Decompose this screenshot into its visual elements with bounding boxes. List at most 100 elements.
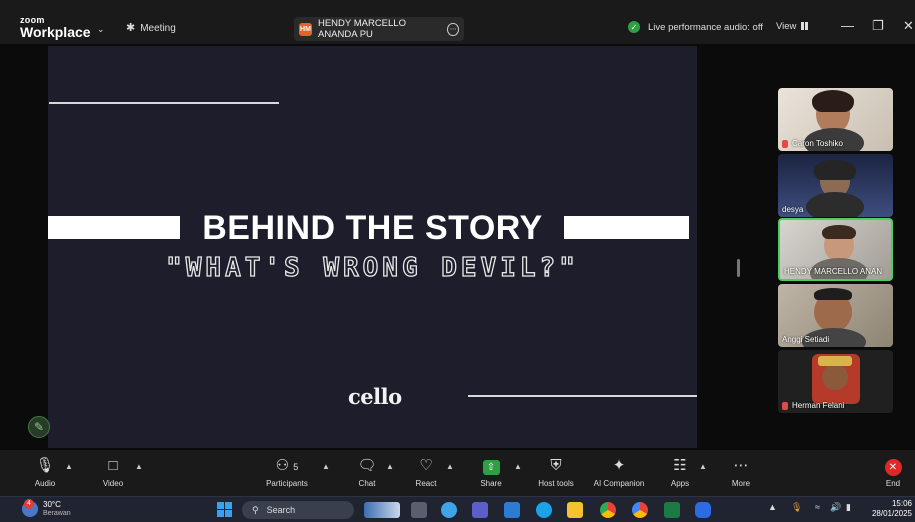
participants-button[interactable]: ⚇ 5 Participants bbox=[262, 456, 312, 488]
temperature: 30°C bbox=[43, 500, 61, 509]
react-label: React bbox=[415, 479, 437, 488]
clock-time: 15:06 bbox=[891, 499, 912, 508]
slide-subtitle: "WHAT'S WRONG DEVIL?" bbox=[165, 252, 579, 283]
sharing-indicator[interactable]: HM HENDY MARCELLO ANANDA PU ⋯ bbox=[294, 17, 464, 41]
shared-screen: BEHIND THE STORY "WHAT'S WRONG DEVIL?" c… bbox=[48, 46, 697, 448]
meeting-label: Meeting bbox=[140, 23, 176, 34]
meeting-controls: 🎙 Audio ▲ □ Video ▲ ⚇ 5 Participants ▲ 🗨… bbox=[0, 450, 915, 496]
end-button[interactable]: ✕ End bbox=[882, 456, 904, 488]
react-options-chevron-icon[interactable]: ▲ bbox=[446, 462, 454, 471]
participant-tile[interactable]: Herman Felani bbox=[778, 350, 893, 413]
audio-status-indicator[interactable]: ✓ Live performance audio: off bbox=[628, 21, 763, 33]
tray-mic-icon[interactable]: 🎙 bbox=[791, 502, 802, 513]
decorative-line-bottom bbox=[468, 395, 697, 397]
video-camera-icon: □ bbox=[108, 457, 118, 474]
shield-icon: ⛨ bbox=[550, 457, 562, 474]
end-label: End bbox=[885, 479, 901, 488]
taskbar-edge-icon[interactable] bbox=[536, 502, 552, 518]
participant-name: Caron Toshiko bbox=[782, 139, 843, 148]
clock-date: 28/01/2025 bbox=[871, 509, 912, 518]
view-label: View bbox=[776, 21, 797, 32]
windows-taskbar: 30°C Berawan ⚲ Search ▲ 🎙 ≈ 🔊 ▮ 15:06 28… bbox=[0, 496, 915, 522]
taskbar-app-widget-icon[interactable] bbox=[364, 502, 400, 518]
ai-companion-button[interactable]: ✦ AI Companion bbox=[588, 456, 650, 488]
sharer-name: HENDY MARCELLO ANANDA PU bbox=[317, 18, 406, 40]
sharer-avatar: HM bbox=[299, 22, 312, 36]
taskbar-task-view-icon[interactable] bbox=[411, 502, 427, 518]
more-label: More bbox=[731, 479, 751, 488]
react-button[interactable]: ♡ React bbox=[414, 456, 438, 488]
mic-muted-icon bbox=[782, 401, 788, 410]
close-icon[interactable]: ✕ bbox=[903, 18, 914, 34]
taskbar-excel-icon[interactable] bbox=[664, 502, 680, 518]
audio-options-chevron-icon[interactable]: ▲ bbox=[65, 462, 73, 471]
more-button[interactable]: ⋯ More bbox=[729, 456, 753, 488]
taskbar-chrome-profile-icon[interactable] bbox=[632, 502, 648, 518]
audio-label: Audio bbox=[34, 479, 56, 488]
view-layout-icon bbox=[801, 22, 809, 30]
minimize-icon[interactable]: — bbox=[841, 18, 854, 33]
participant-name: HENDY MARCELLO ANAN bbox=[784, 267, 883, 276]
apps-button[interactable]: ☷ Apps bbox=[668, 456, 692, 488]
meeting-stage: BEHIND THE STORY "WHAT'S WRONG DEVIL?" c… bbox=[0, 44, 915, 450]
share-options-chevron-icon[interactable]: ▲ bbox=[514, 462, 522, 471]
taskbar-zoom-icon[interactable] bbox=[695, 502, 711, 518]
taskbar-mail-icon[interactable] bbox=[504, 502, 520, 518]
sparkle-icon: ✦ bbox=[612, 457, 626, 474]
participant-name: Anggi Setiadi bbox=[782, 335, 830, 344]
search-icon: ⚲ bbox=[252, 504, 259, 515]
taskbar-folder-icon[interactable] bbox=[567, 502, 583, 518]
taskbar-copilot-icon[interactable] bbox=[441, 502, 457, 518]
chat-bubble-icon: 🗨 bbox=[357, 457, 377, 474]
share-label: Share bbox=[480, 479, 502, 488]
restore-icon[interactable]: ❐ bbox=[872, 18, 884, 34]
heart-icon: ♡ bbox=[419, 457, 433, 474]
video-options-chevron-icon[interactable]: ▲ bbox=[135, 462, 143, 471]
participant-tile[interactable]: Caron Toshiko bbox=[778, 88, 893, 151]
participant-tile[interactable]: Anggi Setiadi bbox=[778, 284, 893, 347]
battery-icon[interactable]: ▮ bbox=[846, 502, 851, 513]
annotate-pen-icon[interactable]: ✎ bbox=[28, 416, 50, 438]
participants-label: Participants bbox=[266, 479, 308, 488]
mic-muted-icon bbox=[782, 139, 788, 148]
view-button[interactable]: View bbox=[776, 21, 809, 32]
more-icon: ⋯ bbox=[733, 457, 749, 474]
volume-icon[interactable]: 🔊 bbox=[830, 502, 841, 513]
sharer-more-icon[interactable]: ⋯ bbox=[447, 22, 459, 36]
host-tools-button[interactable]: ⛨ Host tools bbox=[534, 456, 578, 488]
microphone-icon: 🎙 bbox=[35, 457, 55, 474]
apps-label: Apps bbox=[670, 479, 690, 488]
app-menu-chevron-icon[interactable]: ⌄ bbox=[97, 24, 105, 35]
tray-overflow-chevron-icon[interactable]: ▲ bbox=[768, 502, 777, 512]
taskbar-search[interactable]: ⚲ Search bbox=[242, 501, 354, 519]
video-label: Video bbox=[102, 479, 124, 488]
meeting-people-icon: ✱ bbox=[126, 22, 136, 34]
system-clock[interactable]: 15:06 28/01/2025 bbox=[866, 499, 912, 519]
meeting-info-button[interactable]: ✱ Meeting bbox=[126, 21, 176, 34]
windows-start-icon[interactable] bbox=[217, 502, 232, 517]
share-screen-icon: ⇧ bbox=[482, 460, 500, 475]
panel-resize-handle[interactable] bbox=[737, 259, 740, 277]
share-button[interactable]: ⇧ Share bbox=[478, 456, 504, 488]
wifi-icon[interactable]: ≈ bbox=[815, 502, 820, 512]
participant-name: desya bbox=[782, 205, 804, 214]
taskbar-chrome-icon[interactable] bbox=[600, 502, 616, 518]
apps-options-chevron-icon[interactable]: ▲ bbox=[699, 462, 707, 471]
weather-icon bbox=[22, 499, 38, 517]
slide-title: BEHIND THE STORY bbox=[202, 209, 543, 247]
weather-condition: Berawan bbox=[43, 510, 71, 517]
chat-options-chevron-icon[interactable]: ▲ bbox=[386, 462, 394, 471]
brand-logo: cello bbox=[348, 384, 402, 409]
ai-companion-label: AI Companion bbox=[593, 479, 645, 488]
participant-tile[interactable]: desya bbox=[778, 154, 893, 217]
participants-options-chevron-icon[interactable]: ▲ bbox=[322, 462, 330, 471]
host-tools-label: Host tools bbox=[538, 479, 574, 488]
video-button[interactable]: □ Video bbox=[99, 456, 127, 488]
participant-tile-active[interactable]: HENDY MARCELLO ANAN bbox=[778, 218, 893, 281]
decorative-line-top bbox=[49, 102, 279, 104]
shield-check-icon: ✓ bbox=[628, 21, 640, 33]
audio-button[interactable]: 🎙 Audio bbox=[32, 456, 58, 488]
chat-button[interactable]: 🗨 Chat bbox=[356, 456, 378, 488]
taskbar-teams-icon[interactable] bbox=[472, 502, 488, 518]
weather-widget[interactable]: 30°C Berawan bbox=[22, 499, 71, 518]
